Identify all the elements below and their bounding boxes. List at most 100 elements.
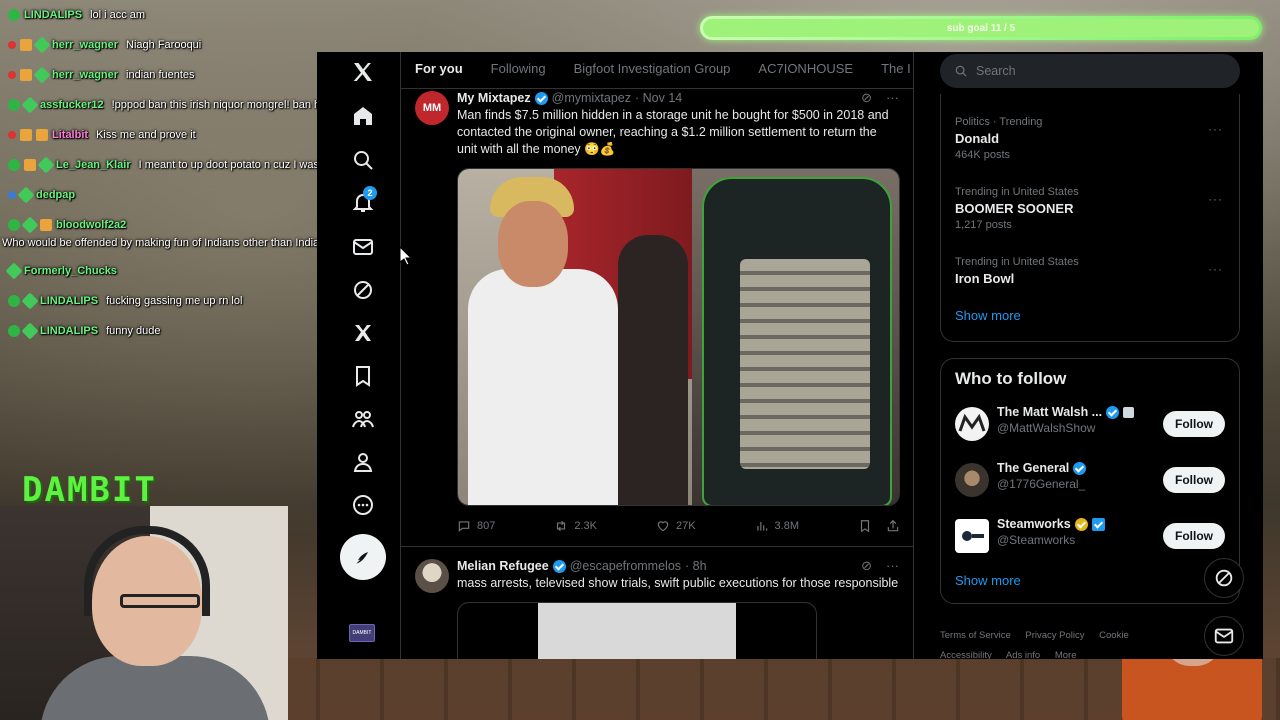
tweet[interactable]: MM My Mixtapez @mymixtapez · Nov 14 ⊘ ··… [401, 89, 913, 546]
live-badge-icon [8, 41, 16, 49]
trend-more-icon[interactable]: ··· [1208, 192, 1223, 206]
tweet-actions: 807 2.3K 27K 3.8M [457, 506, 900, 546]
share-icon[interactable] [886, 519, 900, 533]
who-to-follow-title: Who to follow [955, 369, 1067, 388]
search-icon[interactable] [343, 140, 383, 180]
reply-button[interactable]: 807 [457, 519, 495, 533]
gem-badge-icon [5, 262, 23, 280]
tab-ac7ionhouse[interactable]: AC7IONHOUSE [744, 52, 867, 88]
chat-username: LINDALIPS [40, 325, 99, 337]
notifications-icon[interactable]: 2 [343, 182, 383, 222]
trend-more-icon[interactable]: ··· [1208, 122, 1223, 136]
footer-link-cookie[interactable]: Cookie [1099, 630, 1129, 641]
live-badge-icon [8, 131, 16, 139]
follow-avatar[interactable] [955, 519, 989, 553]
follow-button[interactable]: Follow [1163, 411, 1225, 437]
search-icon [955, 65, 967, 77]
photo-woman [618, 235, 688, 505]
follow-suggestion[interactable]: Steamworks @Steamworks Follow [941, 509, 1239, 565]
repost-button[interactable]: 2.3K [554, 519, 597, 533]
photo-man-head [498, 201, 568, 287]
account-avatar[interactable]: DAMBIT [349, 624, 375, 642]
more-options-icon[interactable]: ··· [886, 90, 899, 106]
footer-link-accessibility[interactable]: Accessibility [940, 650, 992, 659]
messages-icon [1214, 628, 1234, 644]
tweet-date[interactable]: · 8h [685, 559, 707, 573]
trend-item[interactable]: Politics · Trending Donald 464K posts ··… [941, 108, 1239, 178]
view-count: 3.8M [774, 520, 799, 532]
tweet-media[interactable] [457, 168, 900, 506]
follow-button[interactable]: Follow [1163, 467, 1225, 493]
tweet-date[interactable]: · Nov 14 [635, 91, 682, 105]
chat-message-text: funny dude [106, 325, 161, 337]
verified-badge-icon [1106, 405, 1120, 419]
messages-icon[interactable] [343, 227, 383, 267]
tab-overflow[interactable]: The I [867, 52, 913, 88]
compose-post-button[interactable] [340, 534, 386, 580]
tweet-author-name[interactable]: Melian Refugee [457, 559, 549, 573]
messages-floating-button[interactable] [1204, 616, 1244, 656]
follow-name[interactable]: The General [997, 461, 1069, 475]
grok-icon[interactable]: ⊘ [861, 558, 872, 574]
tweet-author-avatar[interactable] [415, 559, 449, 593]
follow-button[interactable]: Follow [1163, 523, 1225, 549]
timeline: For you Following Bigfoot Investigation … [401, 52, 914, 659]
trend-post-count: 1,217 posts [955, 219, 1012, 231]
grok-icon[interactable]: ⊘ [861, 90, 872, 106]
bookmark-icon[interactable] [858, 519, 872, 533]
grok-icon[interactable] [343, 270, 383, 310]
tweet-author-name[interactable]: My Mixtapez [457, 91, 531, 105]
chat-message-text: Niagh Farooqui [126, 39, 202, 51]
tweet-author-avatar[interactable]: MM [415, 91, 449, 125]
more-options-icon[interactable]: ··· [886, 558, 899, 574]
premium-icon[interactable] [343, 313, 383, 353]
trend-item[interactable]: Trending in United States BOOMER SOONER … [941, 178, 1239, 248]
search-input[interactable]: Search [940, 54, 1240, 88]
follow-name[interactable]: The Matt Walsh ... [997, 405, 1102, 419]
bookmarks-icon[interactable] [343, 356, 383, 396]
tweet-author-handle[interactable]: @escapefrommelos [570, 559, 681, 573]
reply-icon [458, 521, 470, 532]
footer-link-privacy[interactable]: Privacy Policy [1025, 630, 1084, 641]
follow-suggestion[interactable]: The Matt Walsh ... @MattWalshShow Follow [941, 397, 1239, 453]
trends-show-more-link[interactable]: Show more [941, 308, 1239, 323]
footer-link-terms[interactable]: Terms of Service [940, 630, 1011, 641]
follow-show-more-link[interactable]: Show more [941, 573, 1239, 588]
x-browser-window: 2 DAMBIT For you Following Bigfoot Inves… [317, 52, 1263, 659]
profile-icon[interactable] [343, 442, 383, 482]
sub-goal-label: sub goal 11 / 5 [946, 22, 1016, 34]
tab-for-you[interactable]: For you [401, 52, 477, 88]
follow-name[interactable]: Steamworks [997, 517, 1071, 531]
trend-more-icon[interactable]: ··· [1208, 262, 1223, 276]
footer-link-ads-info[interactable]: Ads info [1006, 650, 1040, 659]
crown-badge-icon [36, 129, 48, 141]
views-button[interactable]: 3.8M [755, 519, 799, 533]
follow-avatar[interactable] [955, 407, 989, 441]
follow-avatar[interactable] [955, 463, 989, 497]
trend-item[interactable]: Trending in United States Iron Bowl ··· [941, 248, 1239, 298]
chat-username: herr_wagner [52, 39, 119, 51]
follow-suggestion[interactable]: The General @1776General_ Follow [941, 453, 1239, 509]
mod-badge-icon [8, 325, 20, 337]
tab-following[interactable]: Following [477, 52, 560, 88]
tweet-media[interactable] [457, 602, 817, 659]
grok-floating-button[interactable] [1204, 558, 1244, 598]
like-button[interactable]: 27K [656, 519, 696, 533]
gem-badge-icon [33, 66, 51, 84]
footer-link-more[interactable]: More [1055, 650, 1077, 659]
communities-icon[interactable] [343, 399, 383, 439]
heart-icon [657, 521, 669, 532]
trend-category: Trending in United States [955, 256, 1079, 268]
live-badge-icon [8, 71, 16, 79]
chat-message-text: fucking gassing me up rn lol [106, 295, 243, 307]
tab-bigfoot-investigation-group[interactable]: Bigfoot Investigation Group [560, 52, 745, 88]
gem-badge-icon [21, 322, 39, 340]
sub-badge-icon [20, 129, 32, 141]
chat-username: dedpap [36, 189, 76, 201]
more-icon[interactable] [343, 485, 383, 525]
x-logo-icon[interactable] [343, 52, 383, 92]
tweet[interactable]: Melian Refugee @escapefrommelos · 8h ⊘ ·… [401, 547, 913, 659]
tweet-author-handle[interactable]: @mymixtapez [552, 91, 631, 105]
home-icon[interactable] [343, 96, 383, 136]
who-to-follow-card: Who to follow The Matt Walsh ... @MattWa… [940, 358, 1240, 604]
